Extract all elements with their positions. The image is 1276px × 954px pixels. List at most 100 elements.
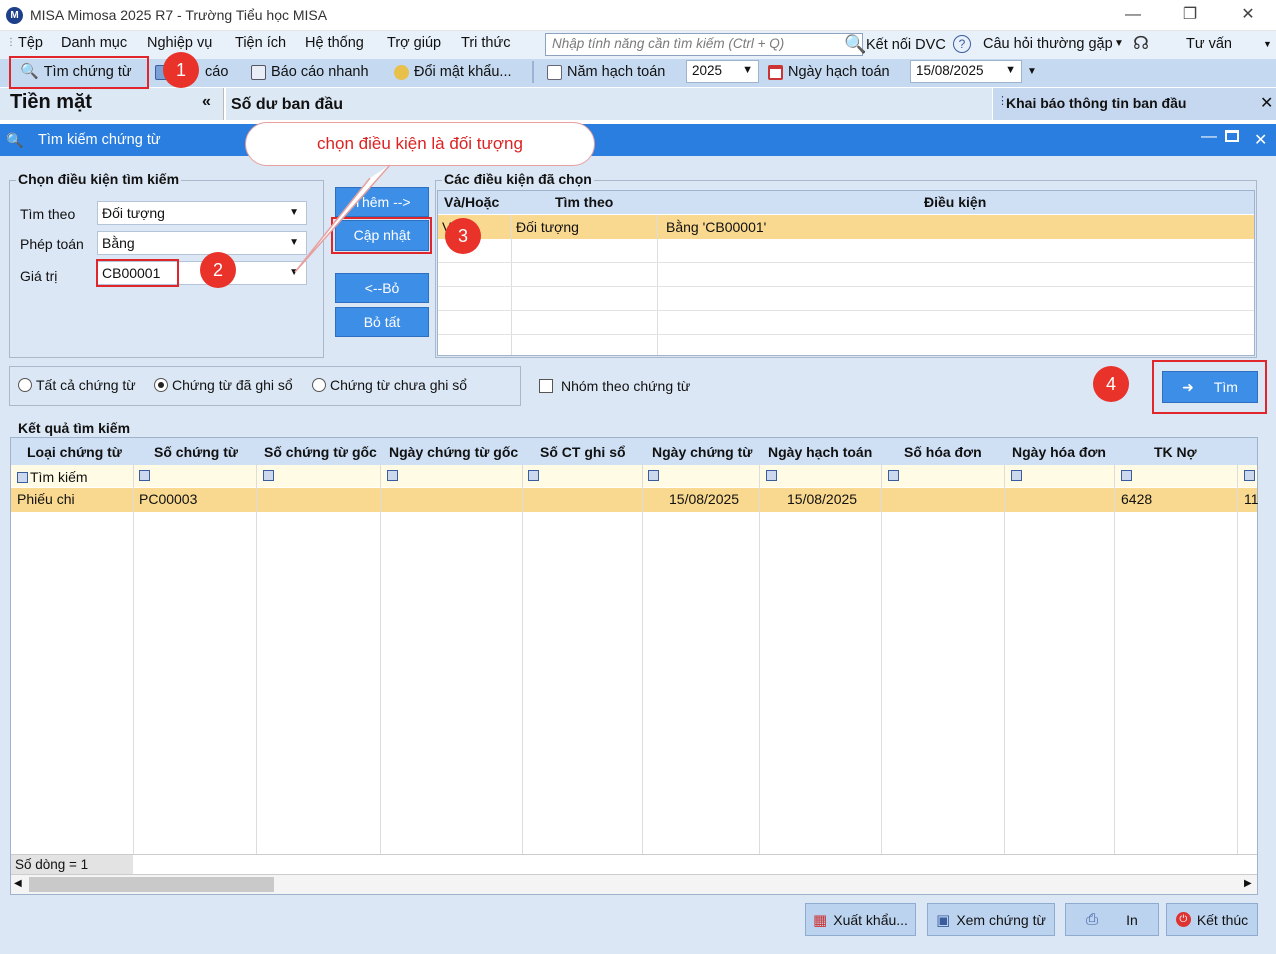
col-book-number[interactable]: Số CT ghi sổ xyxy=(540,444,626,460)
filter-icon[interactable] xyxy=(263,470,274,481)
chevron-down-icon[interactable]: ▼ xyxy=(1114,38,1124,49)
tab-opening-balance[interactable]: Số dư ban đầu xyxy=(231,96,343,114)
right-panel-header: ⋮ Khai báo thông tin ban đầu ✕ xyxy=(993,88,1276,120)
toolbar-separator xyxy=(532,61,534,83)
col-original-date[interactable]: Ngày chứng từ gốc xyxy=(389,444,518,460)
filter-icon[interactable] xyxy=(387,470,398,481)
operator-select[interactable]: Bằng ▼ xyxy=(97,231,307,255)
menu-knowledge[interactable]: Tri thức xyxy=(461,35,510,51)
filter-icon[interactable] xyxy=(1011,470,1022,481)
menu-utilities[interactable]: Tiện ích xyxy=(235,35,286,51)
change-password-label: Đổi mật khẩu... xyxy=(414,64,512,80)
minimize-icon[interactable]: — xyxy=(1116,4,1150,26)
table-row[interactable]: Phiếu chi PC00003 15/08/2025 15/08/2025 … xyxy=(11,488,1259,512)
misa-logo-icon: M xyxy=(6,7,23,24)
close-dialog-button[interactable]: ⏻ Kết thúc xyxy=(1166,903,1258,936)
close-icon[interactable]: ✕ xyxy=(1231,4,1265,26)
filter-icon[interactable] xyxy=(139,470,150,481)
cell-condition: Bằng 'CB00001' xyxy=(666,219,767,235)
horizontal-scrollbar[interactable]: ◀ ▶ xyxy=(11,874,1257,894)
col-original-number[interactable]: Số chứng từ gốc xyxy=(264,444,377,460)
menu-system[interactable]: Hệ thống xyxy=(305,35,364,51)
faq-link[interactable]: Câu hỏi thường gặp xyxy=(983,36,1113,52)
col-debit-account[interactable]: TK Nợ xyxy=(1154,444,1197,460)
dialog-close-icon[interactable]: ✕ xyxy=(1254,130,1267,150)
callout-pointer xyxy=(294,164,391,273)
close-panel-icon[interactable]: ✕ xyxy=(1260,93,1273,113)
radio-unposted-vouchers[interactable]: Chứng từ chưa ghi sổ xyxy=(312,377,467,393)
export-label: Xuất khẩu... xyxy=(833,911,908,928)
feature-search-input[interactable]: Nhập tính năng cần tìm kiếm (Ctrl + Q) xyxy=(545,33,863,56)
filter-icon xyxy=(17,471,28,483)
scroll-thumb[interactable] xyxy=(29,877,274,892)
radio-posted-vouchers[interactable]: Chứng từ đã ghi sổ xyxy=(154,377,293,393)
filter-icon[interactable] xyxy=(1244,470,1255,481)
criteria-group-title: Chọn điều kiện tìm kiếm xyxy=(16,171,182,187)
posting-date-picker[interactable]: 15/08/2025 ▼ xyxy=(910,60,1022,83)
highlight-find-voucher-box xyxy=(9,56,149,89)
dialog-minimize-icon[interactable]: — xyxy=(1201,128,1217,146)
grid-divider xyxy=(1114,465,1115,855)
col-posting-date[interactable]: Ngày hạch toán xyxy=(768,444,872,460)
menu-overflow-icon[interactable]: ▼ xyxy=(1263,39,1272,49)
export-button[interactable]: ▦ Xuất khẩu... xyxy=(805,903,916,936)
restore-icon[interactable]: ❐ xyxy=(1173,4,1207,26)
chevron-down-icon: ▼ xyxy=(1005,64,1016,76)
filter-icon[interactable] xyxy=(528,470,539,481)
scroll-left-icon[interactable]: ◀ xyxy=(14,878,22,889)
results-footer: Số dòng = 1 xyxy=(11,854,1257,874)
power-icon: ⏻ xyxy=(1175,912,1191,927)
filter-cell-type[interactable]: Tìm kiếm xyxy=(17,469,88,485)
filter-icon[interactable] xyxy=(766,470,777,481)
col-voucher-number[interactable]: Số chứng từ xyxy=(154,444,238,460)
headset-icon[interactable]: ☊ xyxy=(1133,33,1149,54)
calendar-icon xyxy=(768,64,783,80)
results-group-title: Kết quả tìm kiếm xyxy=(16,420,133,436)
report-label: cáo xyxy=(205,64,229,80)
left-panel-title: Tiền mặt xyxy=(10,91,92,113)
col-invoice-number[interactable]: Số hóa đơn xyxy=(904,444,982,460)
menu-file[interactable]: Tệp xyxy=(18,35,43,51)
quick-report-button[interactable]: Báo cáo nhanh xyxy=(251,61,369,83)
col-voucher-type[interactable]: Loại chứng từ xyxy=(27,444,122,460)
connect-dvc-link[interactable]: Kết nối DVC xyxy=(866,37,946,53)
selected-grid-header: Và/Hoặc Tìm theo Điều kiện xyxy=(438,191,1254,214)
menu-catalog[interactable]: Danh mục xyxy=(61,35,127,51)
grid-divider xyxy=(438,262,1254,263)
grid-divider xyxy=(1237,465,1238,855)
print-label: In xyxy=(1126,911,1138,928)
col-invoice-date[interactable]: Ngày hóa đơn xyxy=(1012,444,1106,460)
posting-date-label-group: Ngày hạch toán xyxy=(768,61,890,83)
menu-help[interactable]: Trợ giúp xyxy=(387,35,441,51)
search-by-select[interactable]: Đối tượng ▼ xyxy=(97,201,307,225)
filter-icon[interactable] xyxy=(648,470,659,481)
change-password-button[interactable]: Đổi mật khẩu... xyxy=(394,61,512,83)
filter-icon[interactable] xyxy=(888,470,899,481)
scroll-right-icon[interactable]: ▶ xyxy=(1244,878,1252,889)
view-voucher-button[interactable]: ▣ Xem chứng từ xyxy=(927,903,1055,936)
search-icon[interactable]: 🔍 xyxy=(844,34,866,55)
col-condition: Điều kiện xyxy=(924,194,987,210)
dialog-titlebar: 🔍 Tìm kiếm chứng từ — ✕ xyxy=(0,124,1276,156)
radio-all-vouchers[interactable]: Tất cả chứng từ xyxy=(18,377,136,393)
step-badge-2: 2 xyxy=(200,252,236,288)
group-by-voucher-checkbox[interactable]: Nhóm theo chứng từ xyxy=(539,378,690,394)
filter-icon[interactable] xyxy=(1121,470,1132,481)
print-button[interactable]: ⎙ In xyxy=(1065,903,1159,936)
remove-all-button[interactable]: Bỏ tất xyxy=(335,307,429,337)
collapse-panel-icon[interactable]: « xyxy=(202,93,211,111)
filter-row: Tìm kiếm xyxy=(11,465,1257,487)
fiscal-year-select[interactable]: 2025 ▼ xyxy=(686,60,759,83)
toolbar-overflow-icon[interactable]: ▼ xyxy=(1027,66,1037,77)
grid-divider xyxy=(438,334,1254,335)
col-voucher-date[interactable]: Ngày chứng từ xyxy=(652,444,752,460)
dialog-title: Tìm kiếm chứng từ xyxy=(38,132,161,148)
quick-report-icon xyxy=(251,64,266,80)
col-andor: Và/Hoặc xyxy=(444,194,500,210)
table-row[interactable]: Và Đối tượng Bằng 'CB00001' xyxy=(438,215,1254,239)
consult-link[interactable]: Tư vấn xyxy=(1186,36,1232,52)
step-badge-1: 1 xyxy=(163,52,199,88)
dialog-maximize-icon[interactable] xyxy=(1225,130,1239,142)
menu-operations[interactable]: Nghiệp vụ xyxy=(147,35,212,51)
grid-divider xyxy=(881,465,882,855)
